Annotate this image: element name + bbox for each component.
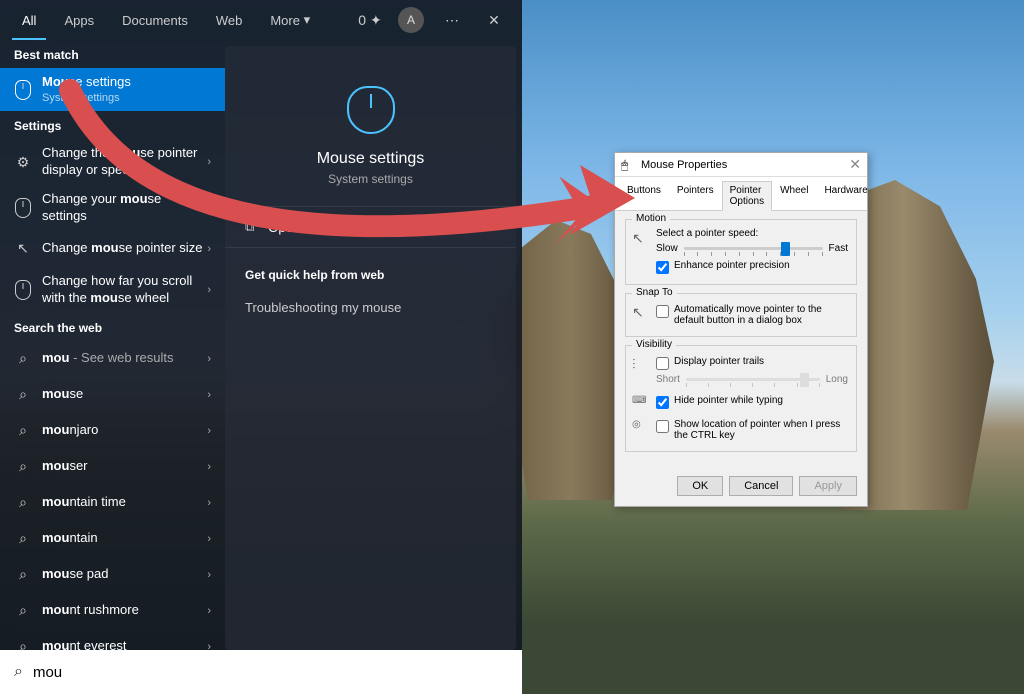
mouse-icon bbox=[347, 86, 395, 134]
search-tabs-header: All Apps Documents Web More ▾ 0 ✦ A ⋯ ✕ bbox=[0, 0, 522, 40]
enhance-precision-checkbox[interactable] bbox=[656, 261, 669, 274]
search-input-bar: ⌕ bbox=[0, 650, 522, 694]
short-label: Short bbox=[656, 374, 680, 385]
cursor-icon: ↖ bbox=[632, 230, 650, 247]
chevron-right-icon: › bbox=[207, 284, 211, 296]
motion-legend: Motion bbox=[632, 213, 670, 224]
settings-header: Settings bbox=[0, 111, 225, 139]
mouse-properties-dialog: 🖱 Mouse Properties ✕ Buttons Pointers Po… bbox=[614, 152, 868, 507]
cancel-button[interactable]: Cancel bbox=[729, 476, 793, 496]
web-result[interactable]: ⌕mouser› bbox=[0, 449, 225, 485]
settings-result[interactable]: Change how far you scroll with the mouse… bbox=[0, 267, 225, 313]
settings-result[interactable]: Change your mouse settings › bbox=[0, 185, 225, 231]
web-result[interactable]: ⌕mount everest› bbox=[0, 629, 225, 650]
open-icon: ⧉ bbox=[245, 219, 254, 235]
search-icon: ⌕ bbox=[14, 602, 32, 619]
result-best-match[interactable]: Mouse settings System settings bbox=[0, 68, 225, 111]
tab-web[interactable]: Web bbox=[202, 0, 257, 40]
apply-button[interactable]: Apply bbox=[799, 476, 857, 496]
search-icon: ⌕ bbox=[14, 386, 32, 403]
close-button[interactable]: ✕ bbox=[849, 156, 861, 173]
search-icon: ⌕ bbox=[14, 638, 32, 650]
search-results-column: Best match Mouse settings System setting… bbox=[0, 40, 225, 650]
chevron-right-icon: › bbox=[207, 243, 211, 255]
settings-icon: ⚙ bbox=[14, 154, 32, 171]
best-match-header: Best match bbox=[0, 40, 225, 68]
tab-all[interactable]: All bbox=[8, 0, 50, 40]
mouse-icon: 🖱 bbox=[621, 158, 635, 172]
search-icon: ⌕ bbox=[14, 530, 32, 547]
speed-label: Select a pointer speed: bbox=[656, 228, 848, 239]
slow-label: Slow bbox=[656, 243, 678, 254]
search-icon: ⌕ bbox=[14, 663, 23, 681]
tab-buttons[interactable]: Buttons bbox=[619, 181, 669, 210]
dialog-titlebar[interactable]: 🖱 Mouse Properties ✕ bbox=[615, 153, 867, 177]
preview-title: Mouse settings bbox=[245, 150, 496, 168]
search-web-header: Search the web bbox=[0, 313, 225, 341]
trails-icon: ⫶ bbox=[632, 356, 650, 373]
help-link[interactable]: Troubleshooting my mouse bbox=[245, 294, 496, 321]
search-input[interactable] bbox=[33, 664, 508, 681]
rewards-button[interactable]: 0 ✦ bbox=[356, 6, 384, 34]
visibility-group: Visibility ⫶ Display pointer trails Shor… bbox=[625, 345, 857, 452]
ok-button[interactable]: OK bbox=[677, 476, 723, 496]
tab-documents[interactable]: Documents bbox=[108, 0, 202, 40]
cursor-icon: ↖ bbox=[14, 240, 32, 257]
web-result[interactable]: ⌕mouse› bbox=[0, 377, 225, 413]
help-header: Get quick help from web bbox=[245, 268, 496, 282]
chevron-right-icon: › bbox=[207, 156, 211, 168]
tab-more[interactable]: More ▾ bbox=[256, 0, 324, 40]
tab-apps[interactable]: Apps bbox=[50, 0, 108, 40]
search-icon: ⌕ bbox=[14, 458, 32, 475]
show-ctrl-label: Show location of pointer when I press th… bbox=[674, 419, 848, 441]
trails-slider bbox=[686, 378, 820, 381]
user-avatar[interactable]: A bbox=[398, 7, 424, 33]
search-preview-pane: Mouse settings System settings ⧉ Open Ge… bbox=[225, 46, 516, 650]
mouse-icon bbox=[14, 280, 32, 300]
more-options-button[interactable]: ⋯ bbox=[438, 6, 466, 34]
preview-subtitle: System settings bbox=[245, 172, 496, 186]
chevron-right-icon: › bbox=[207, 202, 211, 214]
long-label: Long bbox=[826, 374, 848, 385]
search-icon: ⌕ bbox=[14, 422, 32, 439]
settings-result[interactable]: ⚙ Change the mouse pointer display or sp… bbox=[0, 139, 225, 185]
show-ctrl-checkbox[interactable] bbox=[656, 420, 669, 433]
web-result[interactable]: ⌕mounjaro› bbox=[0, 413, 225, 449]
tab-pointers[interactable]: Pointers bbox=[669, 181, 722, 210]
fast-label: Fast bbox=[829, 243, 848, 254]
enhance-precision-label: Enhance pointer precision bbox=[674, 260, 790, 271]
search-icon: ⌕ bbox=[14, 350, 32, 367]
mouse-icon bbox=[14, 80, 32, 100]
hide-typing-checkbox[interactable] bbox=[656, 396, 669, 409]
pointer-trails-label: Display pointer trails bbox=[674, 356, 764, 367]
web-result[interactable]: ⌕mount rushmore› bbox=[0, 593, 225, 629]
snap-to-legend: Snap To bbox=[632, 287, 677, 298]
visibility-legend: Visibility bbox=[632, 339, 676, 350]
cursor-icon: ↖ bbox=[632, 304, 650, 321]
dialog-title: Mouse Properties bbox=[641, 159, 849, 171]
tab-pointer-options[interactable]: Pointer Options bbox=[722, 181, 772, 211]
web-result[interactable]: ⌕mou - See web results› bbox=[0, 341, 225, 377]
close-button[interactable]: ✕ bbox=[480, 6, 508, 34]
open-action[interactable]: ⧉ Open bbox=[225, 206, 516, 247]
tab-wheel[interactable]: Wheel bbox=[772, 181, 816, 210]
snap-to-label: Automatically move pointer to the defaul… bbox=[674, 304, 848, 326]
search-icon: ⌕ bbox=[14, 494, 32, 511]
web-result[interactable]: ⌕mouse pad› bbox=[0, 557, 225, 593]
start-search-panel: All Apps Documents Web More ▾ 0 ✦ A ⋯ ✕ … bbox=[0, 0, 522, 694]
pointer-speed-slider[interactable] bbox=[684, 247, 823, 250]
settings-result[interactable]: ↖ Change mouse pointer size › bbox=[0, 231, 225, 267]
mouse-icon bbox=[14, 198, 32, 218]
snap-to-group: Snap To ↖ Automatically move pointer to … bbox=[625, 293, 857, 337]
web-result[interactable]: ⌕mountain› bbox=[0, 521, 225, 557]
snap-to-checkbox[interactable] bbox=[656, 305, 669, 318]
web-result[interactable]: ⌕mountain time› bbox=[0, 485, 225, 521]
dialog-tabs: Buttons Pointers Pointer Options Wheel H… bbox=[615, 177, 867, 211]
search-icon: ⌕ bbox=[14, 566, 32, 583]
motion-group: Motion ↖ Select a pointer speed: Slow Fa… bbox=[625, 219, 857, 285]
tab-hardware[interactable]: Hardware bbox=[816, 181, 875, 210]
hide-typing-label: Hide pointer while typing bbox=[674, 395, 783, 406]
pointer-trails-checkbox[interactable] bbox=[656, 357, 669, 370]
